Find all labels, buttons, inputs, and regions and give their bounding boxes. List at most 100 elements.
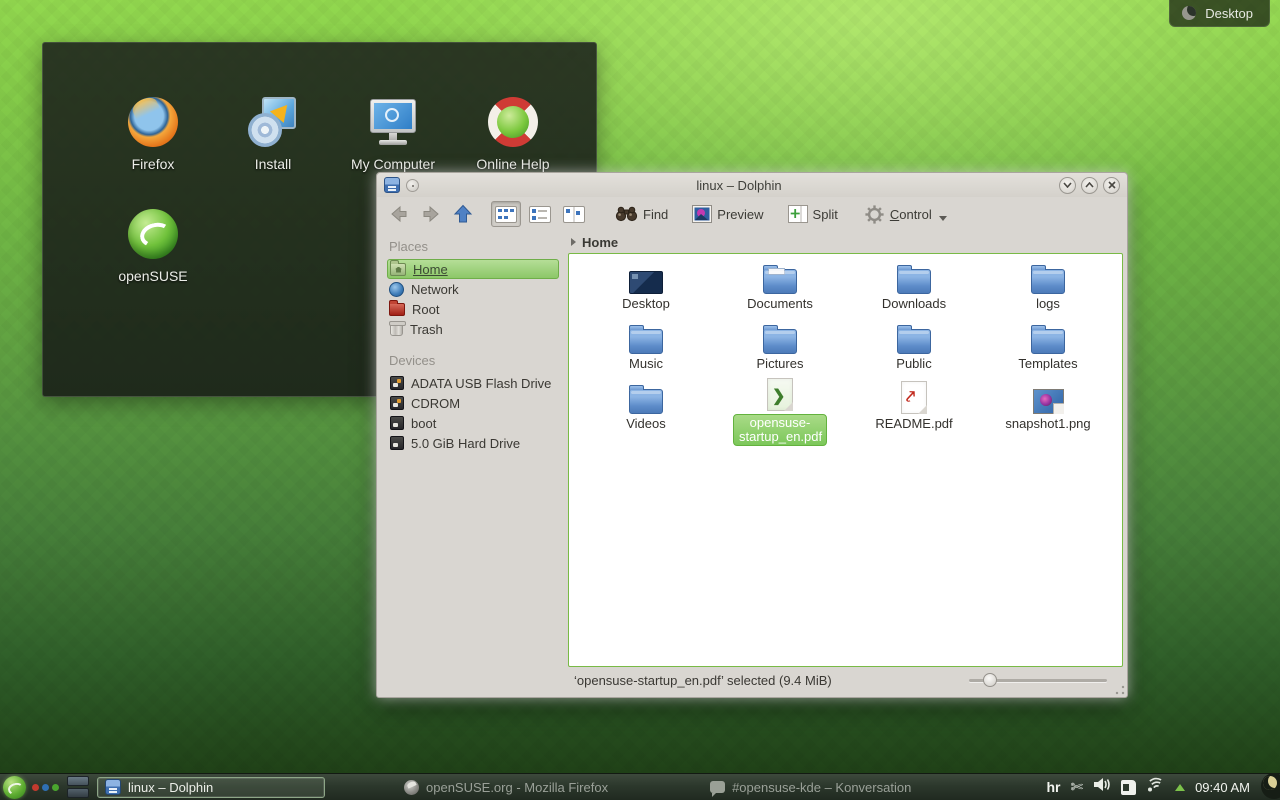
maximize-button[interactable] [1081,177,1098,194]
file-documents[interactable]: Documents [713,258,847,318]
breadcrumb[interactable]: Home [568,231,1123,253]
file-pictures[interactable]: Pictures [713,318,847,378]
green-dot-icon [52,784,59,791]
columns-view-button[interactable] [559,201,589,227]
folder-icon [629,329,663,354]
preview-button[interactable]: Preview [688,203,767,225]
blue-dot-icon [42,784,49,791]
window-menu-button[interactable] [406,179,419,192]
close-button[interactable] [1103,177,1120,194]
konversation-task-icon [710,781,725,793]
icon-label: Install [255,156,292,172]
firefox-icon [128,97,178,147]
chevron-down-icon [939,216,947,221]
places-panel: Places Home Network Root Trash [381,231,563,693]
file-opensuse-startup-pdf[interactable]: ❯ opensuse-startup_en.pdf [713,378,847,438]
usb-drive-icon [390,376,404,390]
places-header: Places [389,239,559,254]
sidebar-item-network[interactable]: Network [387,279,559,299]
desktop-folder-icon [629,271,663,294]
file-public[interactable]: Public [847,318,981,378]
desktop-wallpaper: Desktop Firefox Install My Computer [0,0,1280,800]
sidebar-item-boot[interactable]: boot [387,413,559,433]
folder-icon [629,389,663,414]
desktop-icon-install[interactable]: Install [213,79,333,191]
folder-icon [763,329,797,354]
image-file-icon [1033,389,1064,414]
pdf-document-icon: ❯ [767,378,793,411]
klipper-scissors-icon[interactable]: ✄ [1070,780,1083,795]
devices-header: Devices [389,353,559,368]
split-button[interactable]: Split [784,203,842,225]
dolphin-task-icon [105,779,121,795]
titlebar[interactable]: linux – Dolphin [377,173,1127,197]
sidebar-item-hard-drive[interactable]: 5.0 GiB Hard Drive [387,433,559,453]
system-tray: hr ✄ 09:40 AM [1046,777,1280,798]
online-help-icon [488,97,538,147]
desktop-toolbox[interactable]: Desktop [1169,0,1270,27]
sidebar-item-root[interactable]: Root [387,299,559,319]
window-title: linux – Dolphin [425,178,1053,193]
icon-label: My Computer [351,156,435,172]
virtual-desktop-pager[interactable] [67,776,89,798]
desktop-icon-firefox[interactable]: Firefox [93,79,213,191]
icons-view-button[interactable] [491,201,521,227]
file-templates[interactable]: Templates [981,318,1115,378]
red-dot-icon [32,784,39,791]
file-music[interactable]: Music [579,318,713,378]
hard-drive-icon [390,436,404,450]
icon-label: Firefox [132,156,175,172]
status-bar: ‘opensuse-startup_en.pdf’ selected (9.4 … [568,667,1123,693]
application-launcher-button[interactable] [3,776,26,799]
volume-icon[interactable] [1093,777,1111,797]
file-desktop[interactable]: Desktop [579,258,713,318]
panel-toolbox-icon[interactable] [1261,773,1280,799]
install-icon [248,97,298,147]
up-button[interactable] [449,202,477,226]
file-logs[interactable]: logs [981,258,1115,318]
folder-icon [1031,269,1065,294]
file-readme-pdf[interactable]: ⤤ README.pdf [847,378,981,438]
desktop-icon-opensuse[interactable]: openSUSE [93,191,213,303]
taskbar: linux – Dolphin openSUSE.org - Mozilla F… [0,773,1280,800]
control-button[interactable]: Control [860,202,951,227]
breadcrumb-home[interactable]: Home [582,235,618,250]
cashew-icon [1182,6,1196,20]
file-view[interactable]: Desktop Documents Downloads logs [568,253,1123,667]
sidebar-item-trash[interactable]: Trash [387,319,559,339]
resize-grip[interactable] [1115,685,1125,695]
clock[interactable]: 09:40 AM [1195,780,1250,795]
forward-button[interactable] [417,203,445,225]
desktop-1[interactable] [67,776,89,786]
firefox-task-icon [404,780,419,795]
task-firefox[interactable]: openSUSE.org - Mozilla Firefox [397,777,615,798]
sidebar-item-cdrom[interactable]: CDROM [387,393,559,413]
back-button[interactable] [385,203,413,225]
device-notifier-icon[interactable] [1121,780,1136,795]
tray-expander-icon[interactable] [1175,784,1185,791]
file-snapshot-png[interactable]: snapshot1.png [981,378,1115,438]
find-button[interactable]: Find [611,204,672,224]
hard-drive-icon [390,416,404,430]
preview-label: Preview [717,207,763,222]
file-videos[interactable]: Videos [579,378,713,438]
main-toolbar: Find Preview Split [377,197,1127,231]
zoom-slider-handle[interactable] [983,673,997,687]
file-downloads[interactable]: Downloads [847,258,981,318]
details-view-button[interactable] [525,201,555,227]
find-label: Find [643,207,668,222]
sidebar-item-adata-usb[interactable]: ADATA USB Flash Drive [387,373,559,393]
sidebar-item-home[interactable]: Home [387,259,559,279]
minimize-button[interactable] [1059,177,1076,194]
status-text: ‘opensuse-startup_en.pdf’ selected (9.4 … [574,673,969,688]
folder-icon [897,329,931,354]
pdf-document-icon: ⤤ [901,381,927,414]
keyboard-layout-indicator[interactable]: hr [1046,779,1060,795]
network-icon[interactable] [1146,777,1165,798]
zoom-slider[interactable] [969,672,1107,688]
task-dolphin[interactable]: linux – Dolphin [97,777,325,798]
task-konversation[interactable]: #opensuse-kde – Konversation [703,777,918,798]
desktop-toolbox-label: Desktop [1205,6,1253,21]
desktop-2[interactable] [67,788,89,798]
cdrom-icon [390,396,404,410]
